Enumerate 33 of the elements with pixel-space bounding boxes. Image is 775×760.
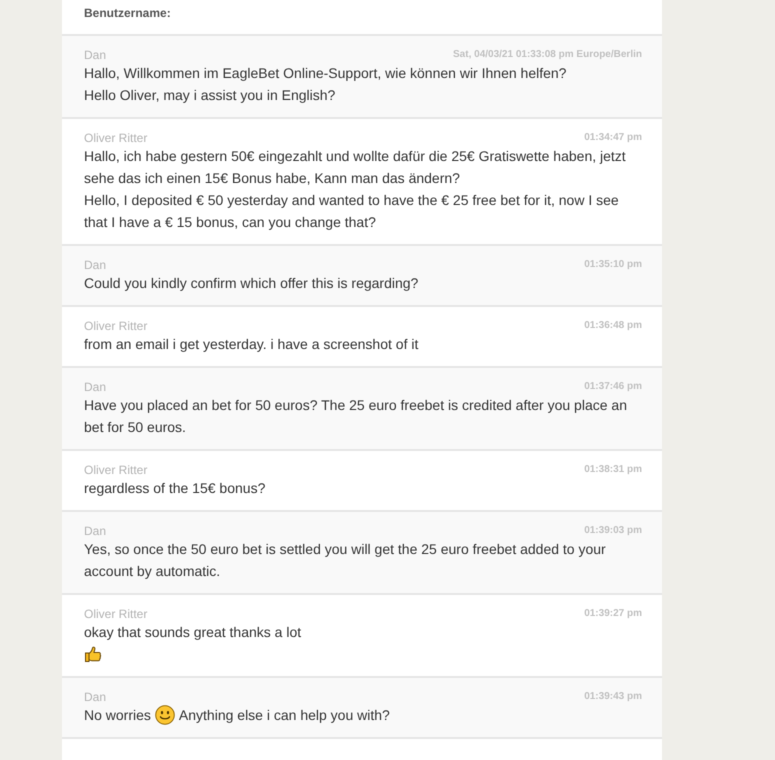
message-text: Could you kindly confirm which offer this is regarding? <box>84 274 418 293</box>
message-text: Hello, I deposited € 50 yesterday and wanted to have the € 25 free bet for it, now I see that I have a € 15 bonus, can you change that? <box>84 191 620 232</box>
message-text: from an email i get yesterday. i have a screenshot of it <box>84 335 418 354</box>
message-text: regardless of the 15€ bonus? <box>84 479 266 498</box>
field-label: Benutzername: <box>84 6 171 20</box>
message-time: 01:38:31 pm <box>584 463 642 477</box>
sender-name: Dan <box>84 258 106 272</box>
sender-name: Oliver Ritter <box>84 463 148 477</box>
message-text: Hallo, ich habe gestern 50€ eingezahlt und wollte dafür die 25€ Gratiswette haben, jetzt sehe das ich einen 15€ Bonus habe, Kann man das ändern? <box>84 147 627 188</box>
message-text: Hallo, Willkommen im EagleBet Online-Support, wie können wir Ihnen helfen? <box>84 64 566 83</box>
message-time: 01:35:10 pm <box>584 258 642 272</box>
sender-name: Dan <box>84 524 106 538</box>
sender-name: Dan <box>84 380 106 394</box>
message-time: 01:39:03 pm <box>584 524 642 538</box>
sender-name: Oliver Ritter <box>84 607 148 621</box>
sender-name: Oliver Ritter <box>84 131 148 145</box>
sender-name: Dan <box>84 48 106 62</box>
thumbs-up-icon <box>84 645 102 663</box>
sender-name: Dan <box>84 690 106 704</box>
message-time: 01:34:47 pm <box>584 131 642 145</box>
message-time: 01:39:43 pm <box>584 690 642 704</box>
message-text: No worries <box>84 706 151 725</box>
message-text: Have you placed an bet for 50 euros? The 25 euro freebet is credited after you place an bet for 50 euros. <box>84 396 628 437</box>
message-time: 01:37:46 pm <box>584 380 642 394</box>
message-time: Sat, 04/03/21 01:33:08 pm Europe/Berlin <box>453 48 642 62</box>
smiley-icon <box>154 705 175 725</box>
sender-name: Oliver Ritter <box>84 319 148 333</box>
message-time: 01:39:27 pm <box>584 607 642 621</box>
message-text: okay that sounds great thanks a lot <box>84 623 302 642</box>
message-text: Hello Oliver, may i assist you in English? <box>84 86 336 105</box>
message-text: Anything else i can help you with? <box>178 706 390 725</box>
message-text: Yes, so once the 50 euro bet is settled you will get the 25 euro freebet added to your account by automatic. <box>84 540 607 581</box>
message-time: 01:36:48 pm <box>584 319 642 333</box>
